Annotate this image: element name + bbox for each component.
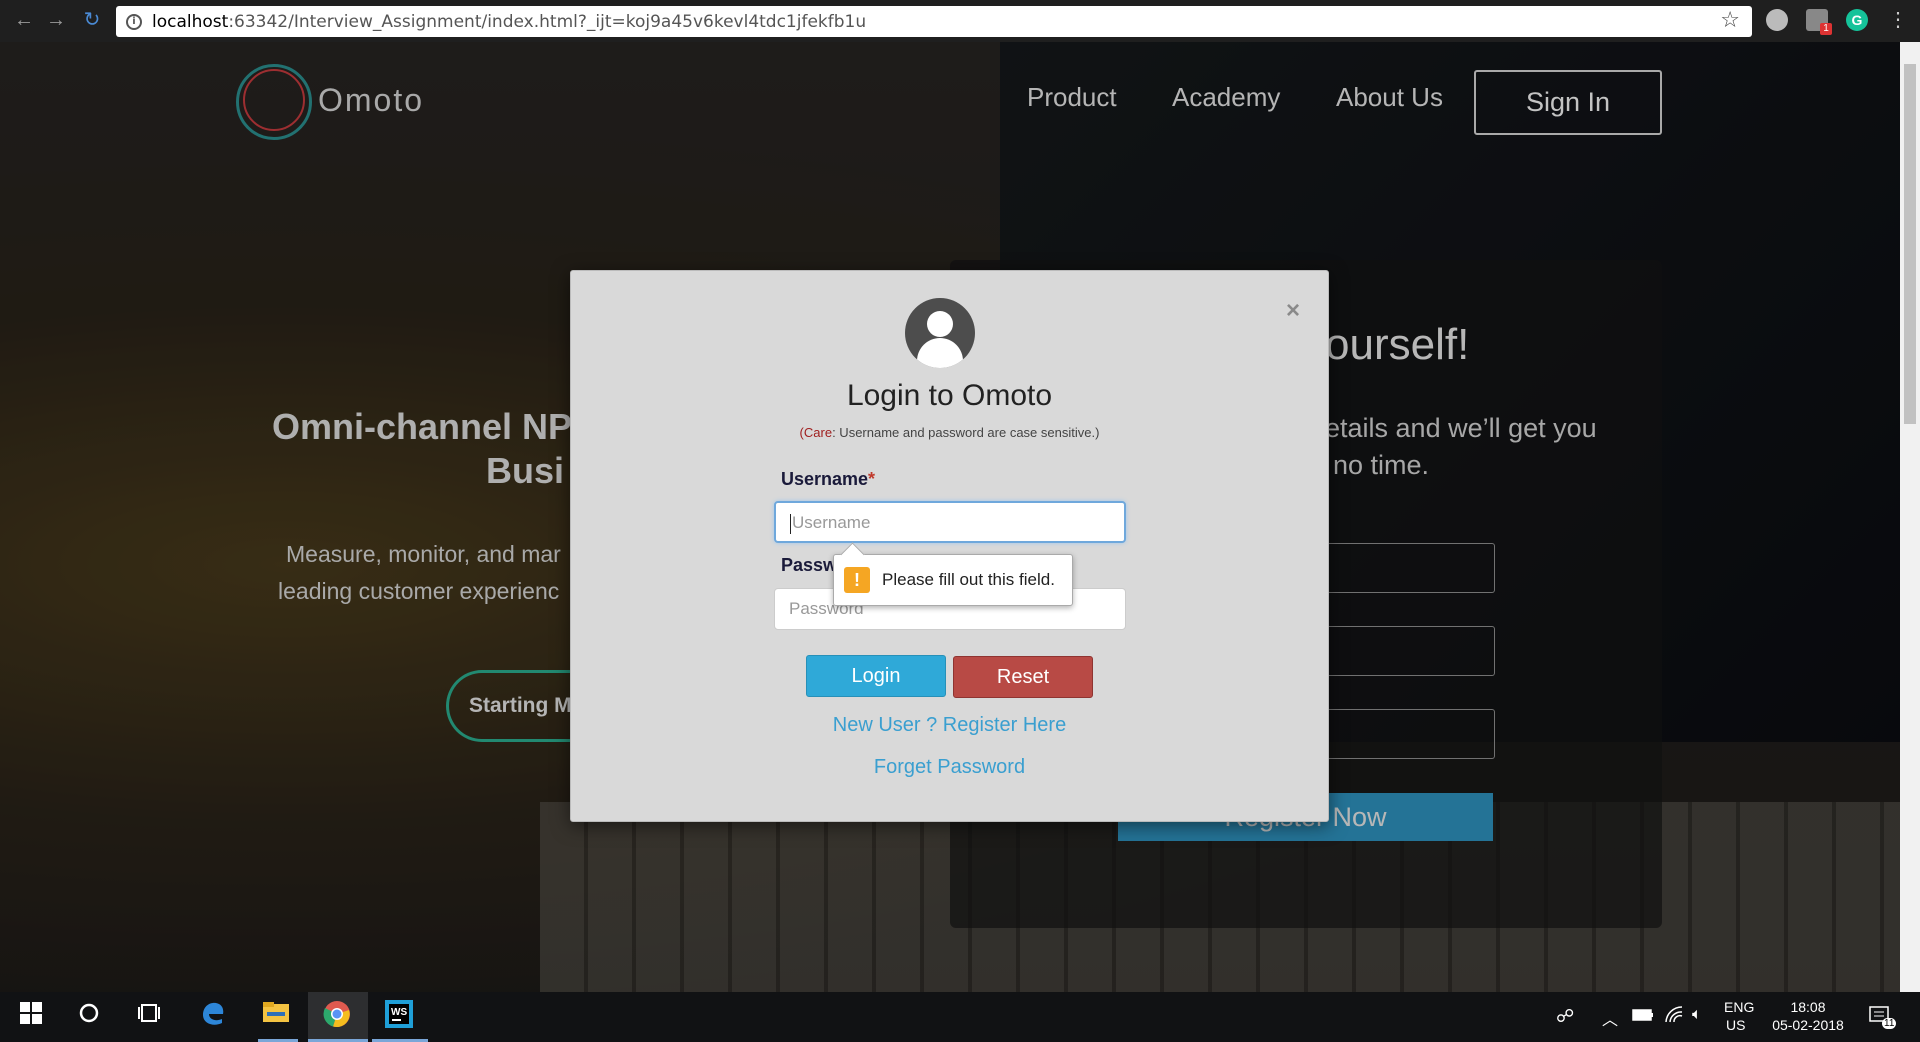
forward-icon[interactable]: → bbox=[44, 8, 68, 32]
url-host: localhost bbox=[152, 11, 229, 32]
username-label: Username* bbox=[781, 469, 875, 490]
chrome-active-highlight bbox=[308, 992, 368, 1042]
cortana-search-icon[interactable] bbox=[72, 1000, 106, 1034]
forget-password-link[interactable]: Forget Password bbox=[571, 756, 1328, 779]
windows-start-icon[interactable] bbox=[14, 1000, 48, 1034]
show-hidden-icons-chevron-icon[interactable]: ︿ bbox=[1602, 1006, 1618, 1030]
username-label-text: Username bbox=[781, 469, 869, 489]
back-icon[interactable]: ← bbox=[12, 8, 36, 32]
reload-icon[interactable]: ↻ bbox=[80, 8, 104, 32]
extension-badge: 1 bbox=[1820, 23, 1832, 35]
register-link[interactable]: New User ? Register Here bbox=[571, 714, 1328, 737]
url-path: :63342/Interview_Assignment/index.html?_… bbox=[228, 11, 867, 32]
region-code: US bbox=[1726, 1017, 1746, 1033]
extension-icon[interactable]: 1 bbox=[1806, 9, 1832, 35]
language-code: ENG bbox=[1724, 999, 1755, 1015]
clock-time: 18:08 bbox=[1790, 999, 1826, 1015]
required-mark: * bbox=[868, 469, 876, 489]
svg-text:WS: WS bbox=[391, 1007, 407, 1018]
grammarly-extension-icon[interactable]: G bbox=[1846, 9, 1868, 31]
menu-icon[interactable]: ⋮ bbox=[1886, 8, 1910, 32]
browser-toolbar: ← → ↻ i localhost:63342/Interview_Assign… bbox=[0, 0, 1920, 42]
clock[interactable]: 18:08 05-02-2018 bbox=[1768, 999, 1848, 1033]
close-icon[interactable]: × bbox=[1286, 297, 1300, 325]
case-sensitive-note: (Care: Username and password are case se… bbox=[571, 425, 1328, 440]
task-view-icon[interactable] bbox=[132, 1000, 166, 1034]
bookmark-star-icon[interactable]: ☆ bbox=[1720, 8, 1740, 33]
user-avatar-icon bbox=[905, 298, 975, 368]
windows-taskbar: WS ☍ ︿ 🔈︎ ENG US 18:08 05-02-2018 11 bbox=[0, 992, 1920, 1042]
wifi-icon[interactable] bbox=[1664, 1006, 1684, 1027]
file-explorer-icon[interactable] bbox=[259, 1000, 293, 1034]
skype-extension-icon[interactable] bbox=[1766, 9, 1788, 31]
volume-icon[interactable]: 🔈︎ bbox=[1692, 1006, 1702, 1024]
warning-icon: ! bbox=[844, 567, 870, 593]
text-caret bbox=[790, 513, 791, 534]
clock-date: 05-02-2018 bbox=[1772, 1017, 1844, 1033]
username-input[interactable]: Username bbox=[774, 501, 1126, 543]
login-modal: × Login to Omoto (Care: Username and pas… bbox=[570, 270, 1329, 822]
info-icon[interactable]: i bbox=[126, 13, 142, 30]
avatar-head bbox=[927, 311, 953, 337]
validation-message: Please fill out this field. bbox=[882, 570, 1055, 589]
address-bar[interactable]: i localhost:63342/Interview_Assignment/i… bbox=[116, 6, 1752, 37]
language-indicator[interactable]: ENG US bbox=[1724, 999, 1754, 1033]
modal-title: Login to Omoto bbox=[846, 379, 1053, 412]
webstorm-icon[interactable]: WS bbox=[382, 1000, 416, 1034]
edge-browser-icon[interactable] bbox=[196, 1000, 230, 1034]
avatar-body bbox=[917, 338, 963, 368]
page-scrollbar[interactable] bbox=[1900, 42, 1920, 992]
action-center-icon[interactable]: 11 bbox=[1868, 1004, 1897, 1031]
note-care: Care bbox=[803, 425, 833, 440]
password-label: Passw bbox=[781, 555, 838, 575]
validation-tooltip: ! Please fill out this field. bbox=[833, 554, 1073, 606]
reset-button[interactable]: Reset bbox=[953, 656, 1093, 698]
username-placeholder: Username bbox=[792, 513, 871, 532]
people-icon[interactable]: ☍ bbox=[1556, 1006, 1574, 1027]
notification-count: 11 bbox=[1882, 1018, 1897, 1029]
scrollbar-thumb[interactable] bbox=[1904, 64, 1916, 424]
login-button[interactable]: Login bbox=[806, 655, 946, 697]
note-text: : Username and password are case sensiti… bbox=[832, 425, 1100, 440]
battery-icon[interactable] bbox=[1632, 1008, 1654, 1025]
